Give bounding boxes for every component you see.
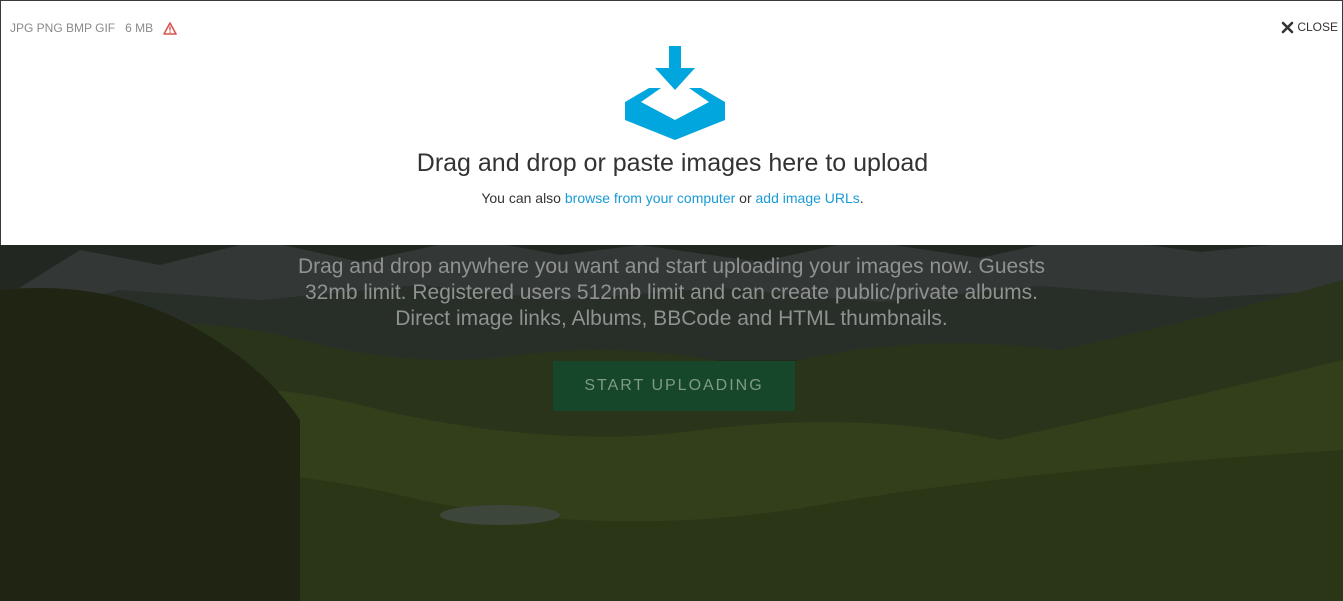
max-file-size: 6 MB <box>125 21 154 35</box>
close-label: CLOSE <box>1297 20 1338 34</box>
add-image-urls-link[interactable]: add image URLs <box>756 190 860 206</box>
upload-subtitle: You can also browse from your computer o… <box>1 190 1343 206</box>
hero-line: Drag and drop anywhere you want and star… <box>297 255 1046 278</box>
warning-triangle-icon[interactable] <box>163 21 177 35</box>
tray-download-icon <box>625 46 725 140</box>
upload-limits: JPG PNG BMP GIF 6 MB <box>10 21 177 35</box>
allowed-formats: JPG PNG BMP GIF <box>10 21 116 35</box>
upload-title: Drag and drop or paste images here to up… <box>416 149 929 177</box>
close-button[interactable]: CLOSE <box>1281 20 1338 34</box>
hero-description: Drag and drop anywhere you want and star… <box>0 254 1343 332</box>
upload-panel[interactable]: JPG PNG BMP GIF 6 MB CLOSE Drag and drop… <box>0 0 1343 245</box>
hero-line: 32mb limit. Registered users 512mb limit… <box>304 281 1038 304</box>
browse-computer-link[interactable]: browse from your computer <box>565 190 735 206</box>
close-icon <box>1281 21 1294 34</box>
upload-sub-suffix: . <box>859 190 864 206</box>
hero-line: Direct image links, Albums, BBCode and H… <box>395 307 948 330</box>
upload-sub-prefix: You can also <box>481 190 561 206</box>
upload-sub-or: or <box>739 190 752 206</box>
start-uploading-button[interactable]: START UPLOADING <box>553 361 795 411</box>
